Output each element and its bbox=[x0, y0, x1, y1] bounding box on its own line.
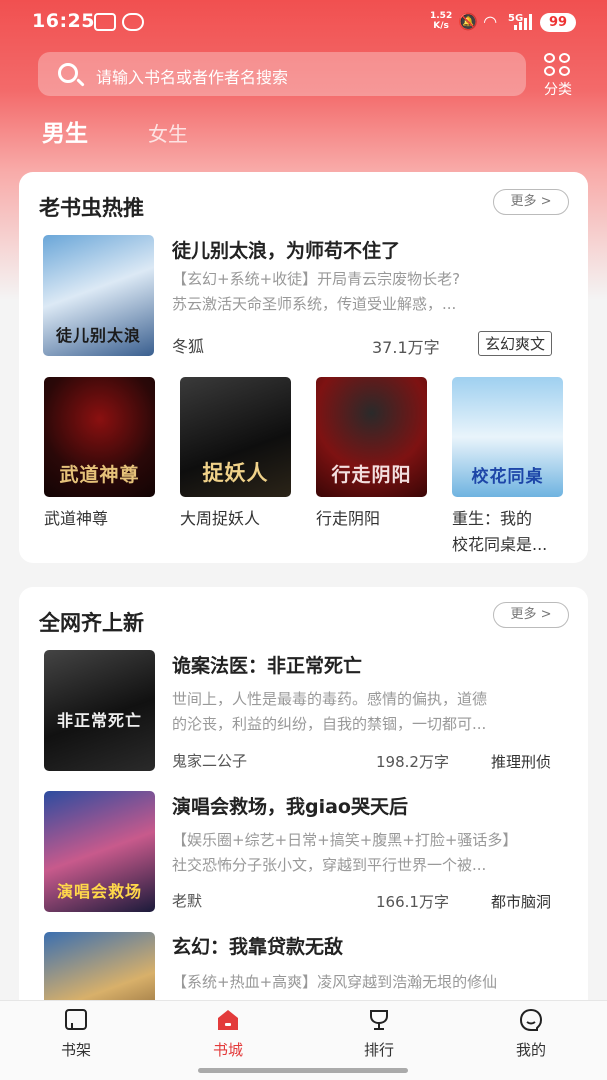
category-button[interactable]: 分类 bbox=[538, 53, 578, 98]
book-author: 冬狐 bbox=[172, 337, 205, 356]
book-cover[interactable]: 武道神尊 bbox=[44, 377, 155, 497]
book-title[interactable]: 重生：我的 校花同桌是... bbox=[452, 506, 572, 558]
desc-line: 【娱乐圈+综艺+日常+搞笑+腹黑+打脸+骚话多】 bbox=[172, 831, 518, 849]
cover-title: 演唱会救场 bbox=[56, 882, 142, 901]
section-title: 老书虫热推 bbox=[39, 196, 144, 220]
more-button[interactable]: 更多 > bbox=[493, 602, 569, 628]
cover-title: 校花同桌 bbox=[471, 467, 544, 487]
search-icon bbox=[58, 63, 78, 83]
book-title[interactable]: 行走阴阳 bbox=[316, 506, 380, 532]
network-speed-value: 1.52 bbox=[430, 11, 453, 21]
word-count: 37.1万字 bbox=[372, 338, 440, 357]
cover-title: 武道神尊 bbox=[59, 464, 140, 486]
home-icon bbox=[218, 1010, 238, 1030]
book-title[interactable]: 大周捉妖人 bbox=[180, 506, 260, 532]
nav-label: 我的 bbox=[515, 1041, 546, 1059]
book-title-line: 校花同桌是... bbox=[452, 535, 548, 554]
nav-ranking[interactable]: 排行 bbox=[339, 1001, 419, 1067]
wifi-icon: ◠ bbox=[484, 12, 497, 31]
search-placeholder: 请输入书名或者作者名搜索 bbox=[96, 68, 289, 87]
nav-bookshelf[interactable]: 书架 bbox=[36, 1001, 116, 1067]
book-cover[interactable]: 捉妖人 bbox=[180, 377, 291, 497]
more-button[interactable]: 更多 > bbox=[493, 189, 569, 215]
cover-title: 行走阴阳 bbox=[331, 464, 412, 486]
book-cover[interactable]: 徒儿别太浪 bbox=[43, 235, 154, 356]
status-bar: 16:25 1.52 K/s 🔕 ◠ 5G 99 bbox=[0, 0, 607, 44]
category-label: 分类 bbox=[544, 82, 572, 98]
word-count: 198.2万字 bbox=[376, 753, 449, 771]
book-title[interactable]: 徒儿别太浪，为师苟不住了 bbox=[172, 236, 400, 263]
book-cover[interactable]: 校花同桌 bbox=[452, 377, 563, 497]
trophy-icon bbox=[370, 1010, 388, 1030]
battery-indicator: 99 bbox=[540, 13, 576, 32]
mute-icon: 🔕 bbox=[458, 12, 478, 31]
cover-title: 捉妖人 bbox=[202, 461, 269, 485]
nav-label: 书架 bbox=[60, 1041, 91, 1059]
home-indicator[interactable] bbox=[198, 1068, 408, 1073]
screen-capture-icon bbox=[94, 13, 116, 31]
book-title[interactable]: 玄幻：我靠贷款无敌 bbox=[172, 932, 343, 959]
book-title[interactable]: 武道神尊 bbox=[44, 506, 108, 532]
desc-line: 的沦丧，利益的纠纷，自我的禁锢，一切都可... bbox=[172, 715, 487, 733]
tab-female[interactable]: 女生 bbox=[148, 118, 188, 147]
book-cover[interactable]: 行走阴阳 bbox=[316, 377, 427, 497]
desc-line: 【系统+热血+高爽】凌风穿越到浩瀚无垠的修仙 bbox=[172, 973, 498, 991]
genre-tag: 玄幻爽文 bbox=[478, 331, 553, 356]
genre-tag: 都市脑洞 bbox=[491, 893, 552, 911]
grid-icon bbox=[544, 53, 572, 77]
desc-line: 世间上，人性是最毒的毒药。感情的偏执，道德 bbox=[172, 690, 488, 708]
signal-icon bbox=[514, 14, 532, 30]
message-icon bbox=[122, 13, 144, 31]
search-bar[interactable]: 请输入书名或者作者名搜索 bbox=[38, 52, 526, 96]
profile-icon bbox=[519, 1009, 543, 1031]
book-cover[interactable]: 演唱会救场 bbox=[44, 791, 155, 912]
network-speed: 1.52 K/s bbox=[430, 11, 452, 31]
desc-line: 社交恐怖分子张小文，穿越到平行世界一个被... bbox=[172, 856, 487, 874]
network-speed-unit: K/s bbox=[433, 21, 449, 31]
genre-tag: 推理刑侦 bbox=[491, 753, 552, 771]
book-cover[interactable]: 非正常死亡 bbox=[44, 650, 155, 771]
hot-recommend-section: 老书虫热推 更多 > 徒儿别太浪 徒儿别太浪，为师苟不住了 【玄幻+系统+收徒】… bbox=[19, 172, 588, 563]
book-description: 【娱乐圈+综艺+日常+搞笑+腹黑+打脸+骚话多】 社交恐怖分子张小文，穿越到平行… bbox=[172, 828, 564, 878]
nav-bookstore[interactable]: 书城 bbox=[188, 1001, 268, 1067]
nav-profile[interactable]: 我的 bbox=[491, 1001, 571, 1067]
section-title: 全网齐上新 bbox=[39, 611, 144, 635]
book-description: 【系统+热血+高爽】凌风穿越到浩瀚无垠的修仙 bbox=[172, 970, 564, 995]
word-count: 166.1万字 bbox=[376, 893, 449, 911]
desc-line: 【玄幻+系统+收徒】开局青云宗废物长老? bbox=[172, 270, 461, 288]
nav-label: 排行 bbox=[363, 1041, 394, 1059]
book-author: 老默 bbox=[172, 892, 203, 910]
book-title-line: 重生：我的 bbox=[452, 509, 533, 528]
status-time: 16:25 bbox=[32, 10, 95, 32]
cover-title: 非正常死亡 bbox=[56, 711, 142, 730]
book-author: 鬼家二公子 bbox=[172, 752, 248, 770]
desc-line: 苏云激活天命圣师系统，传道受业解惑，... bbox=[172, 295, 457, 313]
nav-label: 书城 bbox=[212, 1041, 243, 1059]
bookshelf-icon bbox=[65, 1009, 87, 1030]
book-description: 世间上，人性是最毒的毒药。感情的偏执，道德 的沦丧，利益的纠纷，自我的禁锢，一切… bbox=[172, 687, 564, 737]
cover-title: 徒儿别太浪 bbox=[55, 326, 141, 345]
tab-male[interactable]: 男生 bbox=[42, 114, 88, 148]
book-title[interactable]: 演唱会救场，我giao哭天后 bbox=[172, 792, 408, 819]
book-description: 【玄幻+系统+收徒】开局青云宗废物长老? 苏云激活天命圣师系统，传道受业解惑，.… bbox=[172, 267, 564, 317]
new-release-section: 全网齐上新 更多 > 非正常死亡 诡案法医：非正常死亡 世间上，人性是最毒的毒药… bbox=[19, 587, 588, 1017]
book-title[interactable]: 诡案法医：非正常死亡 bbox=[172, 651, 362, 678]
